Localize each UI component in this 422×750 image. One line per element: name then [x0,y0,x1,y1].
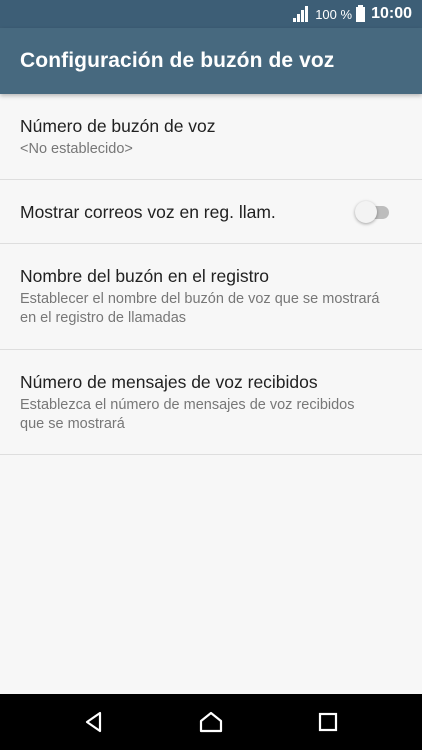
received-voicemail-count-setting[interactable]: Número de mensajes de voz recibidos Esta… [0,350,422,455]
setting-subtitle: Establezca el número de mensajes de voz … [20,396,355,432]
recent-apps-button[interactable] [314,708,342,736]
setting-title: Número de buzón de voz [20,115,216,136]
recent-apps-icon [318,712,338,732]
setting-title: Número de mensajes de voz recibidos [20,371,318,392]
toggle-thumb [355,200,377,223]
setting-subtitle: <No establecido> [20,140,133,157]
show-voicemail-toggle[interactable] [355,200,391,223]
back-icon [85,711,102,733]
app-bar: Configuración de buzón de voz [0,28,422,94]
signal-icon [293,6,311,22]
setting-subtitle: Establecer el nombre del buzón de voz qu… [20,291,380,326]
status-time: 10:00 [371,5,412,22]
home-button[interactable] [197,708,225,736]
page-title: Configuración de buzón de voz [20,49,335,72]
setting-title: Nombre del buzón en el registro [20,266,270,286]
setting-title: Mostrar correos voz en reg. llam. [20,201,276,222]
back-button[interactable] [80,708,108,736]
settings-list: Número de buzón de voz <No establecido> … [0,94,422,455]
voicemail-name-in-log-setting[interactable]: Nombre del buzón en el registro Establec… [0,244,422,350]
status-bar: 100 % 10:00 [0,0,422,28]
navigation-bar [0,694,422,750]
home-icon [199,711,223,733]
voicemail-number-setting[interactable]: Número de buzón de voz <No establecido> [0,94,422,180]
battery-level: 100 % [315,6,353,22]
show-voicemail-in-call-log-setting[interactable]: Mostrar correos voz en reg. llam. [0,180,422,244]
battery-icon [356,4,366,22]
